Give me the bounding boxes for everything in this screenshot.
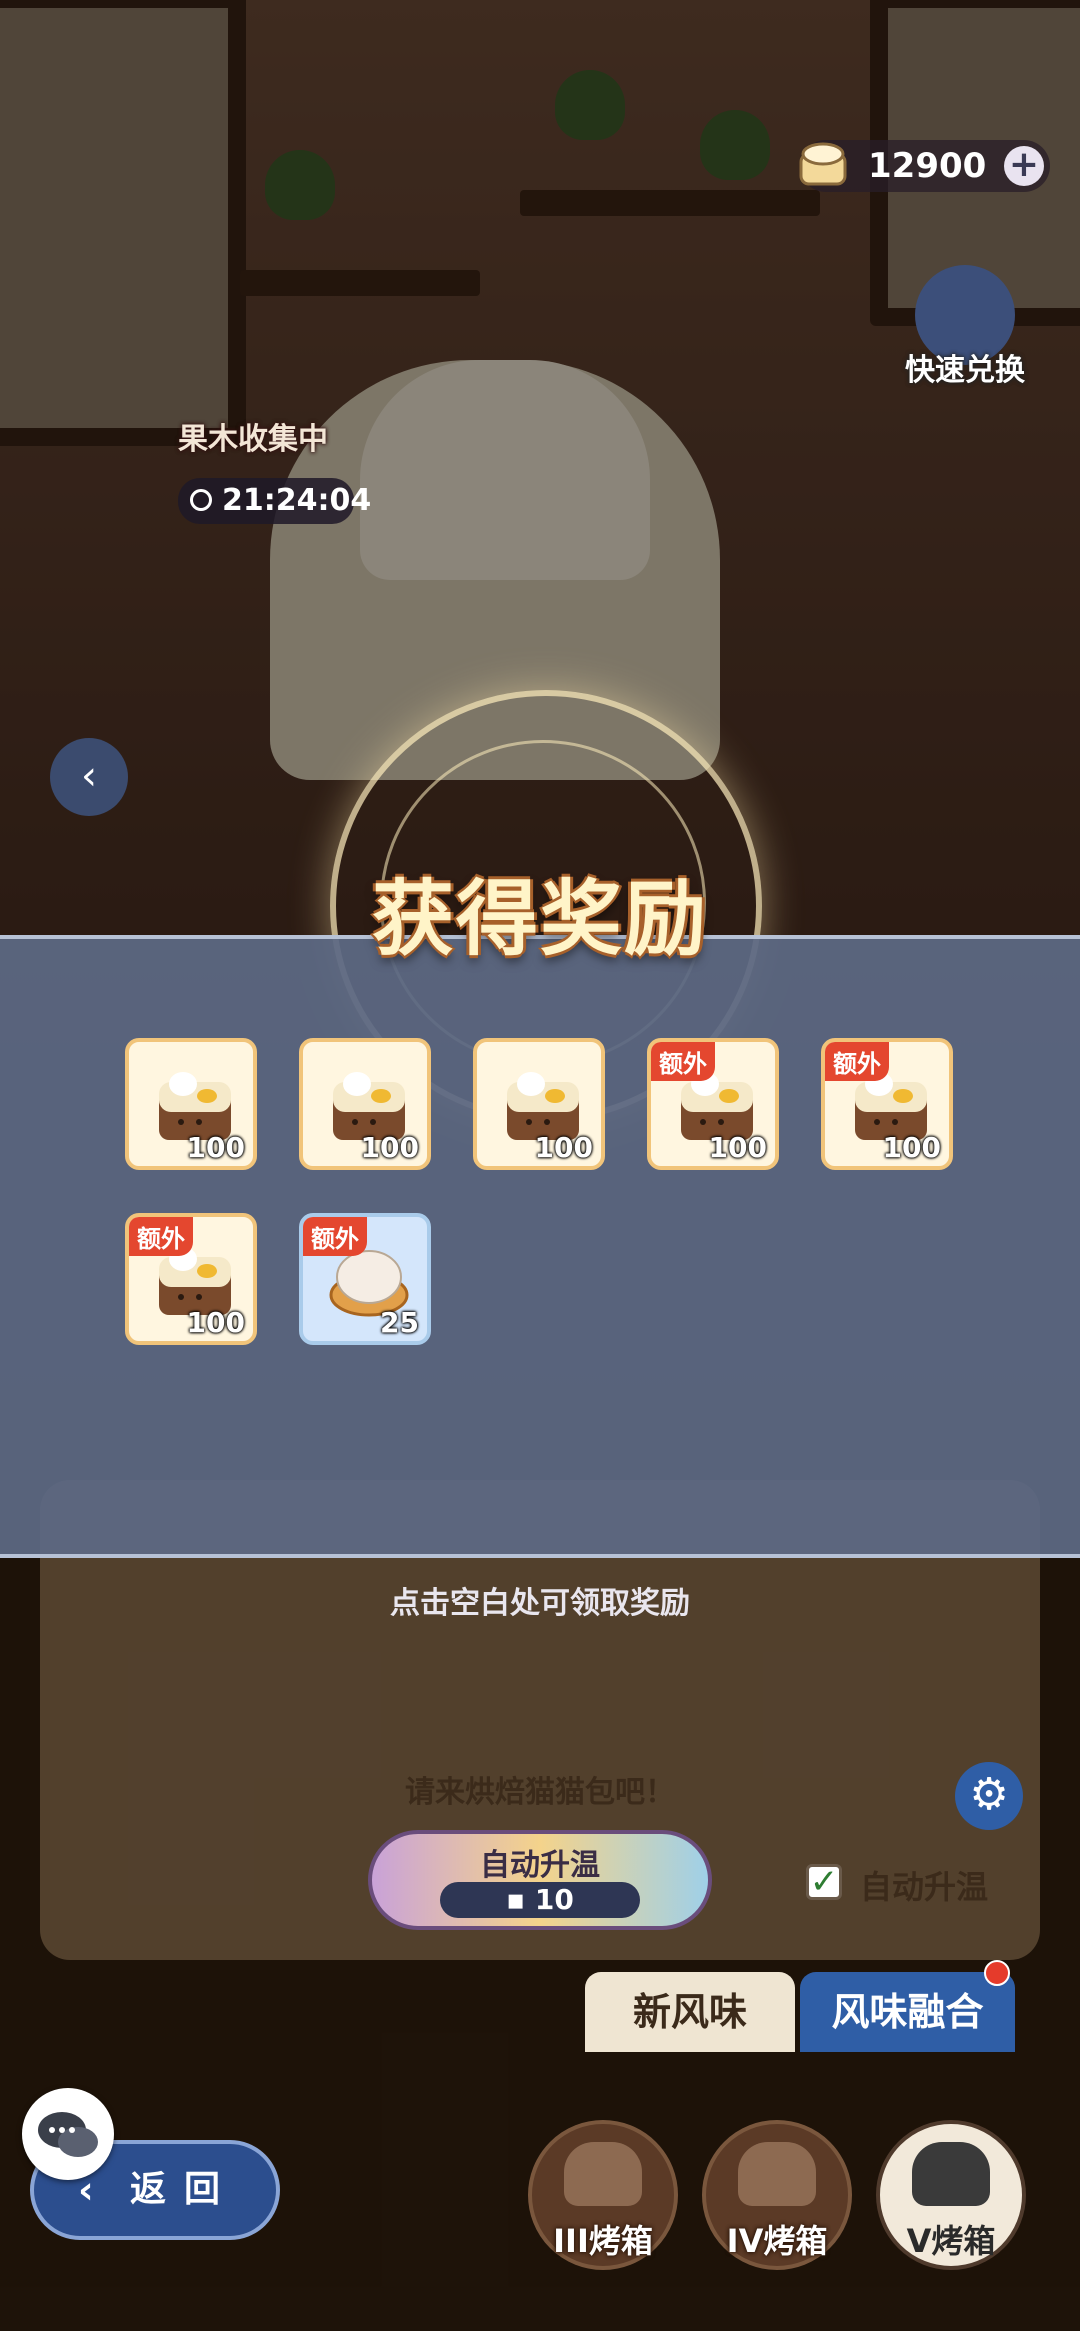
oven-4-button[interactable]: IV烤箱	[702, 2120, 852, 2270]
oven-5-label: V烤箱	[906, 2222, 996, 2260]
bake-prompt: 请来烘焙猫猫包吧！	[405, 1775, 675, 1810]
reward-item: 100	[299, 1038, 431, 1170]
reward-count: 100	[708, 1131, 767, 1164]
chat-bubbles-icon	[38, 2112, 98, 2157]
auto-heat-cost: ▪ 10	[440, 1882, 640, 1918]
cat-oven-icon	[912, 2142, 990, 2206]
auto-heat-button[interactable]: 自动升温 ▪ 10	[368, 1830, 712, 1930]
collect-timer: 21:24:04	[178, 478, 371, 524]
currency-value: 12900	[868, 146, 987, 186]
extra-tag: 额外	[303, 1217, 367, 1256]
auto-heat-cost-value: 10	[534, 1883, 574, 1916]
quick-exchange-label: 快速兑换	[905, 353, 1025, 388]
reward-item: 100	[125, 1038, 257, 1170]
reward-item: 额外 100	[647, 1038, 779, 1170]
cat-oven-icon	[738, 2142, 816, 2206]
auto-heat-checkbox-label: 自动升温	[860, 1868, 989, 1906]
reward-item: 额外 100	[125, 1213, 257, 1345]
cat-oven-icon	[564, 2142, 642, 2206]
extra-tag: 额外	[651, 1042, 715, 1081]
chat-button[interactable]	[22, 2088, 114, 2180]
clock-icon	[190, 489, 212, 511]
reward-count: 100	[534, 1131, 593, 1164]
tap-to-claim-hint: 点击空白处可领取奖励	[390, 1586, 690, 1621]
auto-heat-label: 自动升温	[480, 1848, 600, 1883]
add-currency-button[interactable]: +	[1004, 146, 1044, 186]
timer-text: 21:24:04	[222, 483, 372, 518]
auto-heat-checkbox[interactable]: ✓	[806, 1864, 842, 1900]
extra-tag: 额外	[825, 1042, 889, 1081]
reward-count: 25	[380, 1306, 419, 1339]
reward-count: 100	[186, 1131, 245, 1164]
side-collapse-button[interactable]: ‹	[50, 738, 128, 816]
oven-5-button[interactable]: V烤箱	[876, 2120, 1026, 2270]
tab-flavor-fusion[interactable]: 风味融合	[800, 1972, 1015, 2052]
back-label: 返回	[130, 2169, 239, 2210]
wood-collect-indicator[interactable]: 果木收集中 21:24:04	[178, 400, 371, 530]
bread-cost-icon: ▪	[506, 1883, 526, 1916]
reward-item: 100	[473, 1038, 605, 1170]
reward-count: 100	[882, 1131, 941, 1164]
reward-item: 额外 100	[821, 1038, 953, 1170]
notification-dot	[984, 1960, 1010, 1986]
reward-count: 100	[186, 1306, 245, 1339]
bread-currency-icon	[799, 142, 847, 186]
quick-exchange-button[interactable]: 快速兑换	[905, 265, 1025, 405]
oven-3-label: III烤箱	[553, 2222, 653, 2260]
reward-count: 100	[360, 1131, 419, 1164]
tab-new-flavor[interactable]: 新风味	[585, 1972, 795, 2052]
collect-label: 果木收集中	[178, 422, 328, 457]
oven-3-button[interactable]: III烤箱	[528, 2120, 678, 2270]
reward-title: 获得奖励	[371, 872, 708, 967]
reward-item: 额外 25	[299, 1213, 431, 1345]
oven-4-label: IV烤箱	[726, 2222, 828, 2260]
extra-tag: 额外	[129, 1217, 193, 1256]
